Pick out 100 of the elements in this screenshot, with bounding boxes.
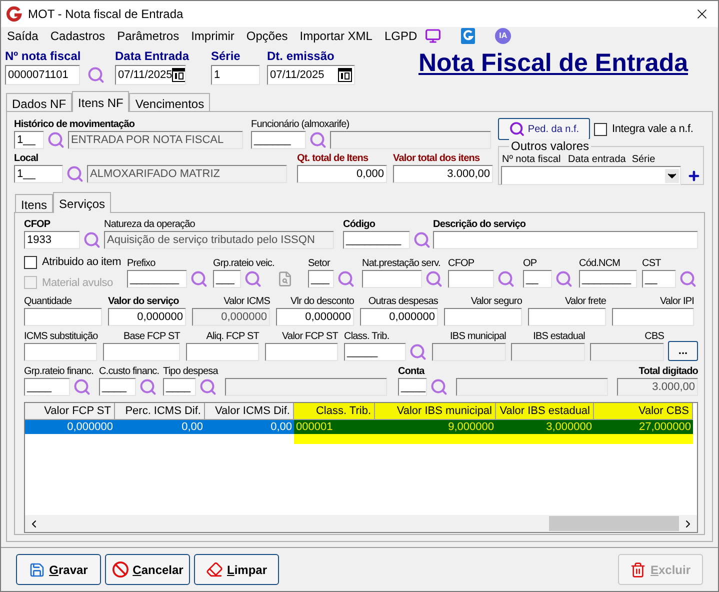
menu-item[interactable]: Opções <box>246 27 288 45</box>
input-field[interactable]: ALMOXARIFADO MATRIZ <box>87 165 287 183</box>
search-icon[interactable] <box>337 270 355 288</box>
input-field[interactable]: 0000071101 <box>5 65 80 85</box>
search-icon[interactable] <box>409 343 427 361</box>
input-field[interactable]: 1933 <box>24 231 80 249</box>
save-button[interactable]: Gravar <box>16 554 101 585</box>
input-field[interactable]: ____ <box>163 378 196 396</box>
search-icon[interactable] <box>83 231 101 249</box>
input-field[interactable]: 0,000000 <box>108 308 186 326</box>
tab[interactable]: Itens NF <box>72 91 130 112</box>
scrollbar-thumb[interactable] <box>549 516 679 531</box>
input-field[interactable] <box>186 343 259 361</box>
input-field[interactable] <box>456 378 608 396</box>
search-icon[interactable] <box>555 270 573 288</box>
menu-item[interactable]: Imprimir <box>191 27 234 45</box>
input-field[interactable] <box>590 343 664 361</box>
assistant-badge[interactable]: IA <box>495 28 512 44</box>
column-header[interactable]: Valor IBS municipal <box>375 403 496 420</box>
input-field[interactable] <box>24 308 102 326</box>
input-field[interactable]: __ <box>642 270 676 288</box>
search-icon[interactable] <box>425 270 443 288</box>
menu-item[interactable]: Parâmetros <box>117 27 180 45</box>
input-field[interactable] <box>265 343 338 361</box>
input-field[interactable]: 0,000 <box>297 165 387 183</box>
input-field[interactable]: _____ <box>344 343 406 361</box>
input-field[interactable] <box>225 378 387 396</box>
menu-item[interactable]: Importar XML <box>300 27 372 45</box>
search-icon[interactable] <box>199 378 217 396</box>
menu-item[interactable]: Cadastros <box>50 27 106 45</box>
input-field[interactable]: ____ <box>24 378 70 396</box>
input-field[interactable] <box>24 343 97 361</box>
input-field[interactable] <box>362 270 422 288</box>
column-header[interactable]: Perc. ICMS Dif. <box>115 403 205 420</box>
document-search-icon[interactable] <box>277 271 293 287</box>
table-cell[interactable]: 9,000000 <box>375 420 496 434</box>
column-header[interactable]: Valor ICMS Dif. <box>205 403 294 420</box>
table-cell[interactable]: 27,000000 <box>594 420 693 434</box>
table-cell[interactable]: 0,00 <box>115 420 205 434</box>
column-header[interactable]: Valor IBS estadual <box>496 403 594 420</box>
input-field[interactable]: ENTRADA POR NOTA FISCAL <box>68 131 243 149</box>
input-field[interactable]: 0,000000 <box>192 308 270 326</box>
search-icon[interactable] <box>87 66 105 84</box>
input-field[interactable] <box>444 308 522 326</box>
input-field[interactable]: 1__ <box>14 165 63 183</box>
search-icon[interactable] <box>430 378 448 396</box>
input-field[interactable]: __ <box>523 270 552 288</box>
table-cell[interactable]: 000001 <box>294 420 375 434</box>
input-field[interactable] <box>432 343 506 361</box>
input-field[interactable] <box>433 231 698 249</box>
table-cell[interactable]: 3,000000 <box>496 420 594 434</box>
input-field[interactable]: ______ <box>251 131 306 149</box>
input-field[interactable] <box>448 270 494 288</box>
search-icon[interactable] <box>497 270 515 288</box>
input-field[interactable]: _________ <box>343 231 410 249</box>
input-field[interactable]: ________ <box>579 270 637 288</box>
input-field[interactable] <box>330 131 491 149</box>
input-field[interactable]: 07/11/2025 <box>267 65 355 85</box>
column-header[interactable]: Class. Trib. <box>294 403 375 420</box>
input-field[interactable]: ________ <box>127 270 187 288</box>
input-field[interactable]: 1__ <box>14 131 44 149</box>
tab[interactable]: Serviços <box>53 192 112 213</box>
calendar-icon[interactable] <box>172 68 185 82</box>
search-icon[interactable] <box>679 270 697 288</box>
input-field[interactable]: 07/11/2025 <box>115 65 186 85</box>
calendar-icon[interactable] <box>338 68 352 82</box>
column-header[interactable]: Valor CBS <box>594 403 693 420</box>
search-icon[interactable] <box>139 378 157 396</box>
table-cell[interactable]: 0,000000 <box>25 420 115 434</box>
search-icon[interactable] <box>66 165 84 183</box>
clear-button[interactable]: Limpar <box>194 554 279 585</box>
search-icon[interactable] <box>413 231 431 249</box>
search-icon[interactable] <box>244 270 262 288</box>
input-field[interactable]: ___ <box>213 270 241 288</box>
tab[interactable]: Dados NF <box>6 93 72 111</box>
tab[interactable]: Itens <box>15 194 54 212</box>
input-field[interactable] <box>528 308 606 326</box>
more-button[interactable]: ... <box>668 341 698 361</box>
search-icon[interactable] <box>309 131 327 149</box>
input-field[interactable]: Aquisição de serviço tributado pelo ISSQN <box>104 231 334 249</box>
input-field[interactable]: 1 <box>211 65 260 85</box>
input-field[interactable]: 3.000,00 <box>393 165 493 183</box>
input-field[interactable]: 0,000000 <box>276 308 354 326</box>
tab[interactable]: Vencimentos <box>129 93 210 111</box>
search-icon[interactable] <box>47 131 65 149</box>
input-field[interactable]: 0,000000 <box>360 308 438 326</box>
menu-item[interactable]: Saída <box>7 27 38 45</box>
input-field[interactable]: ___ <box>308 270 334 288</box>
order-button[interactable]: Ped. da n.f. <box>498 118 590 140</box>
column-header[interactable]: Valor FCP ST <box>25 403 115 420</box>
add-icon[interactable] <box>687 168 701 182</box>
menu-item[interactable]: LGPD <box>384 27 418 45</box>
app-logo-icon[interactable] <box>461 28 476 44</box>
monitor-icon[interactable] <box>425 28 442 44</box>
search-icon[interactable] <box>73 378 91 396</box>
input-field[interactable]: 3.000,00 <box>617 378 698 396</box>
input-field[interactable] <box>511 343 585 361</box>
table-cell[interactable]: 0,00 <box>205 420 294 434</box>
cancel-button[interactable]: Cancelar <box>105 554 190 585</box>
input-field[interactable] <box>612 308 694 326</box>
